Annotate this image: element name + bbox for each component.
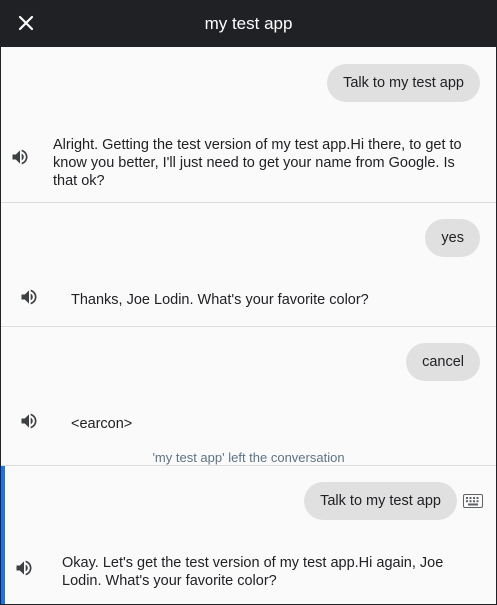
conversation-left-note: 'my test app' left the conversation bbox=[152, 450, 345, 465]
assistant-response: Alright. Getting the test version of my … bbox=[53, 137, 462, 189]
assistant-response: <earcon> bbox=[71, 416, 133, 432]
speaker-icon[interactable] bbox=[14, 558, 34, 578]
user-query-bubble[interactable]: Talk to my test app bbox=[304, 482, 457, 520]
user-query-bubble[interactable]: Talk to my test app bbox=[327, 64, 480, 102]
divider bbox=[1, 326, 496, 327]
header-bar: my test app bbox=[1, 1, 496, 47]
user-query-bubble[interactable]: cancel bbox=[406, 343, 480, 381]
speaker-icon[interactable] bbox=[10, 147, 30, 167]
assistant-response: Okay. Let's get the test version of my t… bbox=[62, 555, 444, 589]
simulator-window: my test app Talk to my test app Alright.… bbox=[0, 0, 497, 605]
page-title: my test app bbox=[204, 14, 293, 33]
speaker-icon[interactable] bbox=[19, 287, 39, 307]
divider bbox=[1, 202, 496, 203]
user-query-bubble[interactable]: yes bbox=[425, 219, 480, 257]
keyboard-icon[interactable] bbox=[463, 494, 483, 508]
speaker-icon[interactable] bbox=[19, 411, 39, 431]
assistant-response: Thanks, Joe Lodin. What's your favorite … bbox=[71, 292, 369, 308]
